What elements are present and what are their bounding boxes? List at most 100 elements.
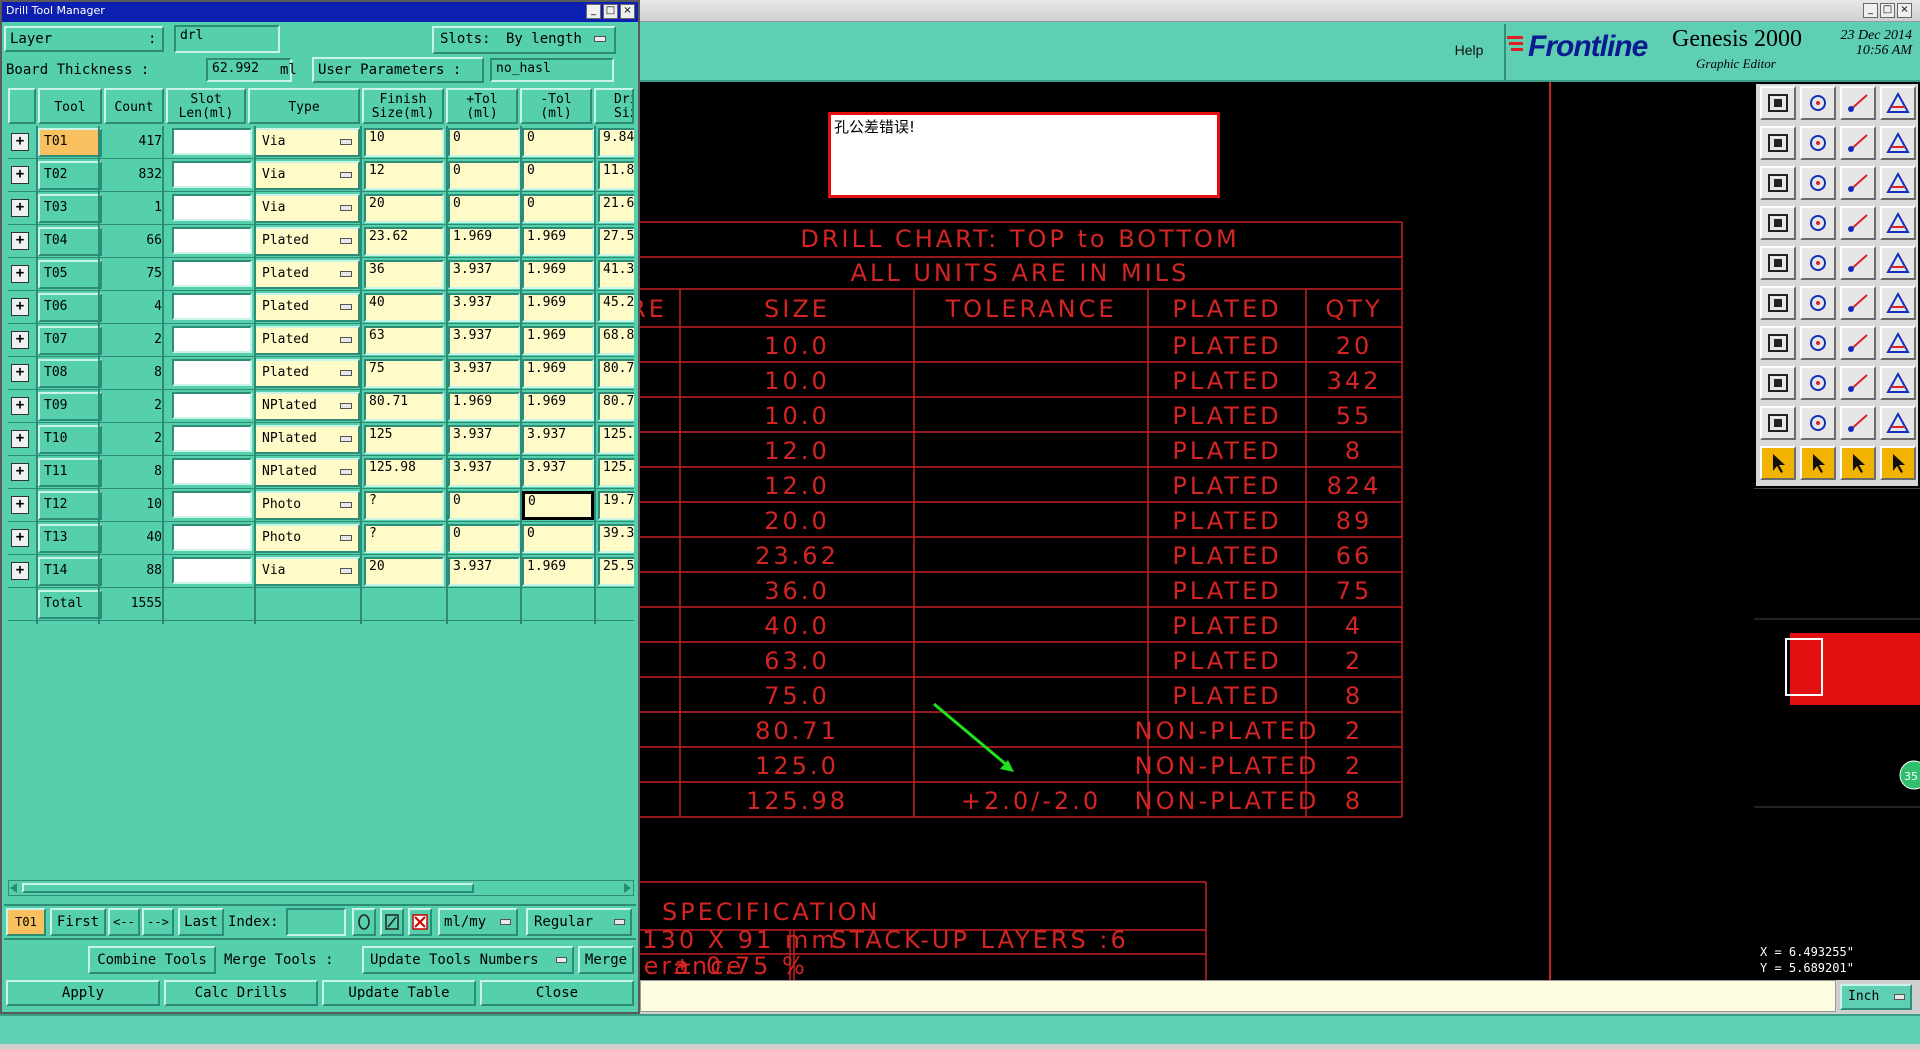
pointer-icon[interactable] bbox=[1760, 446, 1796, 480]
finish-size-field[interactable]: 20 bbox=[364, 194, 444, 223]
expand-cell[interactable]: + bbox=[10, 326, 32, 355]
expand-cell[interactable]: + bbox=[10, 392, 32, 421]
table-row[interactable]: + T07 2 Plated 63 3.937 1.969 68.8 bbox=[8, 324, 634, 357]
plus-tol-field[interactable]: 1.969 bbox=[448, 227, 520, 256]
prev-icon[interactable] bbox=[1760, 126, 1796, 160]
finish-size-field[interactable]: 80.71 bbox=[364, 392, 444, 421]
drill-size-field[interactable]: 21.6 bbox=[598, 194, 634, 223]
tool-name[interactable]: T11 bbox=[38, 458, 102, 487]
slot-length-field[interactable] bbox=[172, 359, 252, 386]
table-row[interactable]: + T10 2 NPlated 125 3.937 3.937 125. bbox=[8, 423, 634, 456]
surface-icon[interactable] bbox=[1880, 406, 1916, 440]
delete-icon[interactable] bbox=[408, 908, 432, 936]
plus-tol-field[interactable]: 1.969 bbox=[448, 392, 520, 421]
group-icon[interactable] bbox=[1880, 366, 1916, 400]
drill-size-field[interactable]: 39.3 bbox=[598, 524, 634, 553]
minus-tol-field[interactable]: 1.969 bbox=[522, 326, 594, 355]
plus-tol-field[interactable]: 0 bbox=[448, 194, 520, 223]
minus-tol-field[interactable]: 0 bbox=[522, 128, 594, 157]
scrollbar-thumb[interactable] bbox=[22, 883, 474, 893]
table-row[interactable]: + T06 4 Plated 40 3.937 1.969 45.2 bbox=[8, 291, 634, 324]
type-select[interactable]: Plated bbox=[254, 326, 360, 355]
finish-size-field[interactable]: 23.62 bbox=[364, 227, 444, 256]
type-select[interactable]: Via bbox=[254, 557, 360, 586]
plus-tol-field[interactable]: 3.937 bbox=[448, 557, 520, 586]
drill-size-field[interactable]: 25.5 bbox=[598, 557, 634, 586]
type-select[interactable]: Plated bbox=[254, 227, 360, 256]
tool-name[interactable]: T05 bbox=[38, 260, 102, 289]
scroll-left-icon[interactable] bbox=[9, 882, 19, 894]
scale-icon[interactable] bbox=[1840, 166, 1876, 200]
link-icon[interactable] bbox=[1880, 286, 1916, 320]
expand-cell[interactable]: + bbox=[10, 557, 32, 586]
first-button[interactable]: First bbox=[50, 908, 106, 936]
drill-size-field[interactable]: 9.84 bbox=[598, 128, 634, 157]
grid-view-icon[interactable] bbox=[1880, 86, 1916, 120]
table-row[interactable]: + T02 832 Via 12 0 0 11.8 bbox=[8, 159, 634, 192]
table-row[interactable]: + T01 417 Via 10 0 0 9.84 bbox=[8, 126, 634, 159]
type-select[interactable]: Via bbox=[254, 128, 360, 157]
graphic-canvas[interactable]: DRILL CHART: TOP to BOTTOM ALL UNITS ARE … bbox=[640, 82, 1754, 980]
finish-size-field[interactable]: 75 bbox=[364, 359, 444, 388]
plus-tol-field[interactable]: 3.937 bbox=[448, 326, 520, 355]
plus-tol-field[interactable]: 0 bbox=[448, 161, 520, 190]
expand-icon[interactable]: + bbox=[11, 331, 29, 349]
finish-size-field[interactable]: 125.98 bbox=[364, 458, 444, 487]
table-row[interactable]: + T08 8 Plated 75 3.937 1.969 80.7 bbox=[8, 357, 634, 390]
undo-icon[interactable] bbox=[1840, 126, 1876, 160]
plus-tol-field[interactable]: 0 bbox=[448, 524, 520, 553]
update-table-button[interactable]: Update Table bbox=[322, 980, 476, 1006]
type-select[interactable]: Via bbox=[254, 194, 360, 223]
outline-icon[interactable] bbox=[1840, 406, 1876, 440]
sort-icon[interactable] bbox=[380, 908, 404, 936]
table-row[interactable]: + T09 2 NPlated 80.71 1.969 1.969 80.7 bbox=[8, 390, 634, 423]
shape-icon[interactable] bbox=[1800, 246, 1836, 280]
tool-name[interactable]: T06 bbox=[38, 293, 102, 322]
expand-cell[interactable]: + bbox=[10, 293, 32, 322]
table-row[interactable]: + T03 1 Via 20 0 0 21.6 bbox=[8, 192, 634, 225]
select-icon[interactable] bbox=[1760, 366, 1796, 400]
finish-size-field[interactable]: 36 bbox=[364, 260, 444, 289]
type-select[interactable]: NPlated bbox=[254, 425, 360, 454]
slot-length-field[interactable] bbox=[172, 260, 252, 287]
tool-name[interactable]: T12 bbox=[38, 491, 102, 520]
point-icon[interactable] bbox=[1840, 286, 1876, 320]
drill-size-field[interactable]: 125. bbox=[598, 458, 634, 487]
expand-icon[interactable]: + bbox=[11, 463, 29, 481]
expand-icon[interactable]: + bbox=[11, 166, 29, 184]
minus-tol-field[interactable]: 0 bbox=[522, 524, 594, 553]
slot-length-field[interactable] bbox=[172, 524, 252, 551]
tool-name[interactable]: T02 bbox=[38, 161, 102, 190]
expand-icon[interactable]: + bbox=[11, 430, 29, 448]
home-icon[interactable] bbox=[1840, 86, 1876, 120]
overview-minimap[interactable]: 35 bbox=[1754, 488, 1920, 942]
type-select[interactable]: NPlated bbox=[254, 392, 360, 421]
grid-icon[interactable] bbox=[1800, 206, 1836, 240]
drill-size-field[interactable]: 27.5 bbox=[598, 227, 634, 256]
expand-cell[interactable]: + bbox=[10, 524, 32, 553]
drill-size-field[interactable]: 80.7 bbox=[598, 359, 634, 388]
slot-length-field[interactable] bbox=[172, 161, 252, 188]
cluster-icon[interactable] bbox=[1840, 366, 1876, 400]
segment-icon[interactable] bbox=[1800, 366, 1836, 400]
finish-size-field[interactable]: 20 bbox=[364, 557, 444, 586]
user-params-field[interactable]: no_hasl bbox=[490, 58, 614, 82]
tool-name[interactable]: T10 bbox=[38, 425, 102, 454]
finish-size-field[interactable]: ? bbox=[364, 491, 444, 520]
plus-tol-field[interactable]: 0 bbox=[448, 128, 520, 157]
update-tools-numbers-select[interactable]: Update Tools Numbers bbox=[362, 946, 574, 974]
expand-icon[interactable]: + bbox=[11, 298, 29, 316]
arc-icon[interactable] bbox=[1840, 326, 1876, 360]
slot-length-field[interactable] bbox=[172, 194, 252, 221]
minus-tol-field[interactable]: 1.969 bbox=[522, 293, 594, 322]
minus-tol-field[interactable]: 1.969 bbox=[522, 557, 594, 586]
expand-icon[interactable]: + bbox=[11, 199, 29, 217]
finish-size-field[interactable]: 10 bbox=[364, 128, 444, 157]
measure-icon[interactable] bbox=[1840, 206, 1876, 240]
filter-icon[interactable] bbox=[352, 908, 376, 936]
drill-size-field[interactable]: 125. bbox=[598, 425, 634, 454]
expand-icon[interactable]: + bbox=[11, 496, 29, 514]
finish-size-field[interactable]: 40 bbox=[364, 293, 444, 322]
type-select[interactable]: NPlated bbox=[254, 458, 360, 487]
layer-field[interactable]: drl bbox=[174, 25, 280, 53]
